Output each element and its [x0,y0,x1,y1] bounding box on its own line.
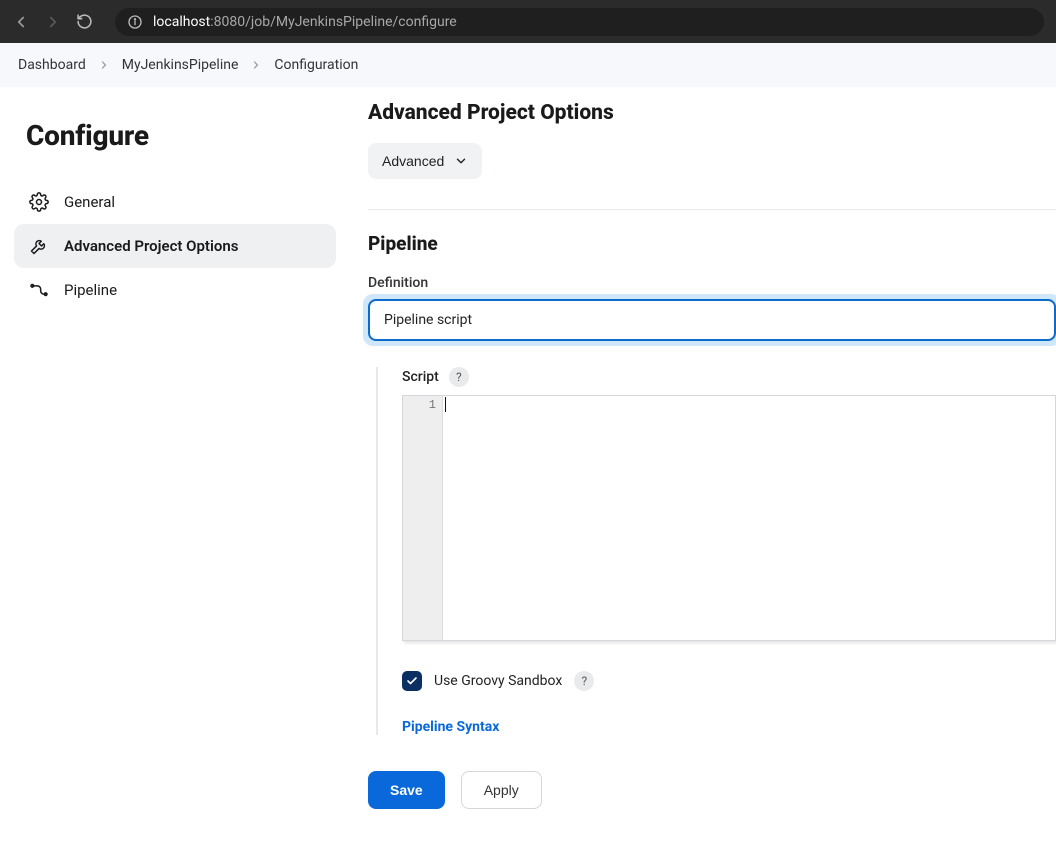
line-number: 1 [403,397,442,413]
browser-reload-button[interactable] [76,13,93,30]
url-text: localhost:8080/job/MyJenkinsPipeline/con… [153,14,457,30]
advanced-toggle-button[interactable]: Advanced [368,143,482,179]
breadcrumb-dashboard[interactable]: Dashboard [18,57,86,73]
editor-gutter: 1 [403,396,443,640]
pipeline-icon [28,280,50,300]
sidebar: Configure General Advanced Project Optio… [0,87,350,336]
browser-forward-button[interactable] [44,13,62,31]
save-button[interactable]: Save [368,771,445,809]
gear-icon [28,192,50,212]
editor-body[interactable] [443,396,1055,640]
chevron-right-icon [250,59,262,71]
advanced-project-options-heading: Advanced Project Options [368,101,1056,125]
sidebar-item-label: General [64,193,115,211]
breadcrumb-configuration[interactable]: Configuration [274,57,358,73]
sidebar-item-general[interactable]: General [14,180,336,224]
breadcrumb: Dashboard MyJenkinsPipeline Configuratio… [0,43,1056,87]
sidebar-item-advanced-project-options[interactable]: Advanced Project Options [14,224,336,268]
definition-select-value: Pipeline script [384,312,472,328]
browser-back-button[interactable] [12,13,30,31]
section-divider [368,209,1056,210]
pipeline-heading: Pipeline [368,232,1056,255]
pipeline-script-block: Script ? 1 Use Groovy Sandbox ? Pipeline… [376,367,1056,735]
sidebar-item-pipeline[interactable]: Pipeline [14,268,336,312]
script-help-button[interactable]: ? [449,367,469,387]
sidebar-item-label: Pipeline [64,281,117,299]
definition-select[interactable]: Pipeline script [368,299,1056,341]
page-title: Configure [26,119,336,152]
sidebar-item-label: Advanced Project Options [64,237,238,255]
groovy-sandbox-checkbox[interactable] [402,671,422,691]
groovy-sandbox-label: Use Groovy Sandbox [434,673,562,689]
script-editor[interactable]: 1 [402,395,1056,641]
site-info-icon[interactable] [127,14,143,30]
editor-cursor [445,397,446,412]
browser-url-bar[interactable]: localhost:8080/job/MyJenkinsPipeline/con… [115,8,1044,36]
definition-label: Definition [368,275,1056,291]
footer-buttons: Save Apply [368,771,1056,809]
browser-toolbar: localhost:8080/job/MyJenkinsPipeline/con… [0,0,1056,43]
chevron-right-icon [98,59,110,71]
chevron-down-icon [454,154,468,168]
breadcrumb-job[interactable]: MyJenkinsPipeline [122,57,239,73]
apply-button[interactable]: Apply [461,771,542,809]
content-area: Advanced Project Options Advanced Pipeli… [350,87,1056,849]
wrench-icon [28,236,50,256]
sandbox-help-button[interactable]: ? [574,671,594,691]
script-label: Script [402,369,439,385]
advanced-button-label: Advanced [382,153,444,169]
pipeline-syntax-link[interactable]: Pipeline Syntax [402,719,499,735]
